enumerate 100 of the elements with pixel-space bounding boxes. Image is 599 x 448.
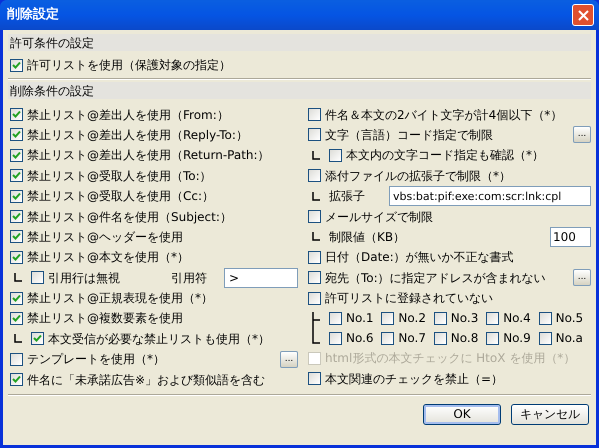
checkbox[interactable] [10,169,23,182]
checkbox[interactable] [434,312,447,325]
checkbox[interactable] [329,312,342,325]
checkbox[interactable] [329,148,342,162]
checkbox-label: 禁止リスト@ヘッダーを使用 [27,228,183,246]
checkbox-label: 禁止リスト@差出人を使用（Return-Path:） [27,147,270,164]
checkbox[interactable] [308,128,321,142]
checkbox-label: 件名＆本文の2バイト文字が計4個以下（*） [325,106,562,124]
checkbox-label: 件名に「未承諾広告※」および類似語を含む [27,372,266,389]
checkbox-label: 禁止リスト@差出人を使用（From:） [27,106,229,124]
checkbox[interactable] [538,312,552,325]
dialog-button[interactable]: OK [423,404,501,425]
checkmark-icon [12,314,21,323]
checkbox[interactable] [381,332,394,345]
checkmark-icon [12,150,21,160]
checkmark-icon [12,212,21,222]
close-icon [578,10,588,20]
checkbox[interactable] [10,190,23,203]
checkbox[interactable] [10,312,23,325]
checkbox-label: 禁止リスト@受取人を使用（Cc:） [27,188,214,206]
checkbox-label: 本文受信が必要な禁止リストも使用（*） [48,330,270,348]
checkbox[interactable] [308,108,321,122]
checkbox-label: 日付（Date:）が無いか不正な書式 [325,249,514,266]
checkbox-label: 禁止リスト@本文を使用（*） [27,249,189,266]
dialog-button[interactable]: キャンセル [511,404,589,425]
section-header: 許可条件の設定 [8,34,591,51]
checkbox[interactable] [10,108,23,122]
checkmark-icon [12,60,21,70]
checkbox[interactable] [10,210,23,224]
checkbox[interactable] [10,58,23,72]
checkbox-label: No.1 [346,310,374,328]
checkmark-icon [12,252,21,262]
extension-field[interactable]: vbs:bat:pif:exe:com:scr:lnk:cpl [389,186,591,206]
browse-button[interactable]: ... [280,350,298,368]
checkbox-label: 本文関連のチェックを禁止（=） [325,370,504,388]
checkbox[interactable] [308,210,321,224]
checkbox[interactable] [10,230,23,244]
tree-branch-icon [14,334,23,344]
checkbox-label: 引用行は無視 [48,270,120,287]
checkbox-label: No.5 [556,310,584,328]
window-title: 削除設定 [7,6,59,24]
checkmark-icon [12,130,21,140]
checkbox[interactable] [308,372,321,386]
field-label: 制限値（KB） [329,228,406,246]
quote-char-field[interactable]: > [224,268,298,288]
checkbox-label: メールサイズで制限 [325,208,433,226]
checkbox-label: 本文内の文字コード指定も確認（*） [346,147,544,164]
checkbox-label: No.9 [503,330,531,348]
browse-button[interactable]: ... [573,126,591,144]
checkbox[interactable] [31,271,44,284]
checkbox[interactable] [329,332,342,345]
checkmark-icon [33,334,42,344]
checkbox-label: 宛先（To:）に指定アドレスが含まれない [325,270,546,287]
checkbox[interactable] [486,332,500,345]
checkbox[interactable] [308,250,321,264]
checkbox[interactable] [308,169,321,182]
field-label: 引用符 [171,270,207,287]
checkbox[interactable] [434,332,447,345]
checkbox[interactable] [10,352,23,366]
checkbox-label: 禁止リスト@受取人を使用（To:） [27,168,212,185]
checkbox-label: 許可リストに登録されていない [325,290,493,308]
checkmark-icon [12,294,21,303]
tree-branch-icon [312,192,321,201]
checkbox-label: 禁止リスト@件名を使用（Subject:） [27,208,232,226]
checkbox[interactable] [308,292,321,305]
checkbox[interactable] [10,148,23,162]
section-header: 削除条件の設定 [8,82,591,100]
checkbox-label: 添付ファイルの拡張子で制限（*） [325,168,511,185]
checkmark-icon [12,110,21,120]
checkmark-icon [12,375,21,384]
checkbox-label: テンプレートを使用（*） [27,351,165,368]
checkbox-label: No.a [556,330,583,348]
checkbox-label: 禁止リスト@差出人を使用（Reply-To:） [27,126,248,144]
checkbox[interactable] [538,332,552,345]
field-label: 拡張子 [329,188,366,206]
checkbox[interactable] [308,271,321,284]
checkmark-icon [12,171,21,180]
checkbox-label: No.2 [398,310,426,328]
checkbox[interactable] [10,292,23,305]
checkmark-icon [12,232,21,242]
checkbox-label: 文字（言語）コード指定で制限 [325,126,493,144]
checkbox[interactable] [10,250,23,264]
checkbox[interactable] [486,312,500,325]
tree-branch-icon [312,150,321,160]
close-button[interactable] [572,4,594,26]
bracket-icon [312,312,321,344]
checkbox-label: 禁止リスト@複数要素を使用 [27,310,183,328]
browse-button[interactable]: ... [573,269,591,286]
size-limit-field[interactable]: 100 [550,226,591,247]
checkbox-label: 許可リストを使用（保護対象の指定） [27,57,231,74]
checkbox-label: No.8 [450,330,478,348]
checkbox-label: 禁止リスト@正規表現を使用（*） [27,290,213,308]
checkbox-label: No.6 [346,330,374,348]
checkbox[interactable] [381,312,394,325]
checkbox[interactable] [10,373,23,386]
checkbox-label: No.4 [503,310,531,328]
checkbox-label: No.3 [450,310,478,328]
tree-branch-icon [312,232,321,242]
checkbox[interactable] [31,332,44,346]
checkbox[interactable] [10,128,23,142]
